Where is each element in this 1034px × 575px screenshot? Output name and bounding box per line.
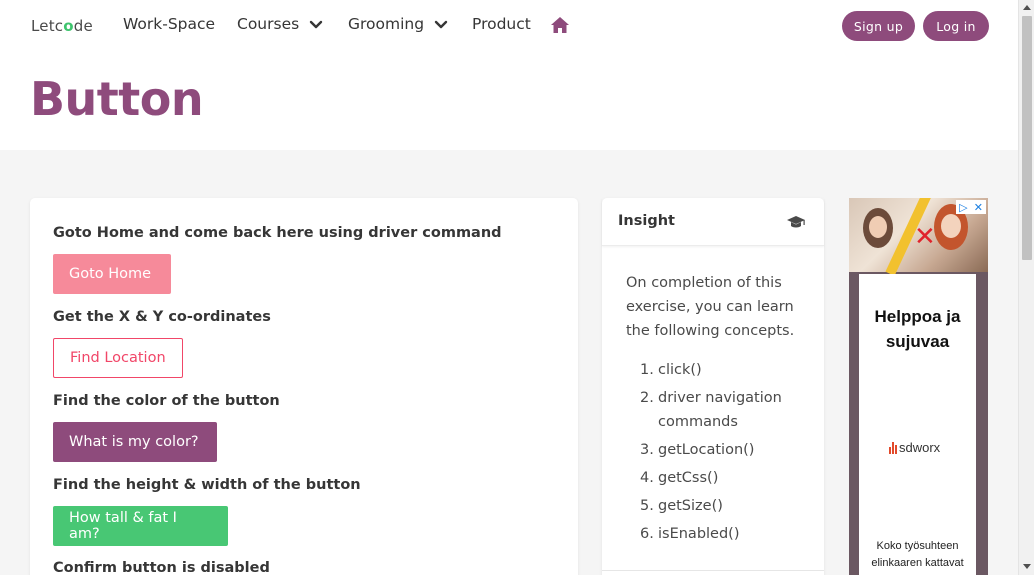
exercise-question: Find the height & width of the button xyxy=(53,477,361,493)
insight-header: Insight xyxy=(602,198,824,246)
list-item: 2. driver navigation commands xyxy=(640,390,782,430)
close-icon[interactable]: ✕ xyxy=(974,201,983,214)
page-hero: Button xyxy=(0,52,1018,150)
exercise-card: Goto Home and come back here using drive… xyxy=(30,198,578,575)
insight-intro: On completion of this exercise, you can … xyxy=(626,275,795,339)
nav-grooming[interactable]: Grooming xyxy=(348,15,448,33)
exercise-question: Find the color of the button xyxy=(53,393,280,409)
exercise-question: Confirm button is disabled xyxy=(53,560,270,575)
how-tall-button[interactable]: How tall & fat I am? xyxy=(53,506,228,546)
list-item: 3. getLocation() xyxy=(640,442,755,458)
login-button[interactable]: Log in xyxy=(923,11,989,41)
list-item: 1. click() xyxy=(640,362,702,378)
nav-courses[interactable]: Courses xyxy=(237,15,323,33)
brand-mark-icon xyxy=(889,441,897,454)
exercise-question: Get the X & Y co-ordinates xyxy=(53,309,271,325)
insight-footer-divider xyxy=(602,570,824,571)
insight-card: Insight On completion of this exercise, … xyxy=(602,198,824,575)
find-location-button[interactable]: Find Location xyxy=(53,338,183,378)
ad-choices-icon[interactable]: ▷ xyxy=(959,201,967,214)
letcode-logo[interactable]: Letcode xyxy=(31,17,93,35)
page-scrollbar[interactable] xyxy=(1018,0,1034,575)
goto-home-button[interactable]: Goto Home xyxy=(53,254,171,294)
ad-choices-close[interactable]: ▷ ✕ xyxy=(956,200,986,214)
nav-product[interactable]: Product xyxy=(472,15,531,33)
concept-list: 1. click() 2. driver navigation commands 3… xyxy=(640,358,810,550)
list-item: 6. isEnabled() xyxy=(640,526,740,542)
scroll-down-arrow-icon[interactable] xyxy=(1023,564,1031,569)
page-title: Button xyxy=(30,72,204,126)
list-item: 5. getSize() xyxy=(640,498,723,514)
ad-headline: Helppoa ja sujuvaa xyxy=(874,307,961,351)
nav-work-space[interactable]: Work-Space xyxy=(123,15,215,33)
what-is-my-color-button[interactable]: What is my color? xyxy=(53,422,217,462)
top-navbar: Letcode Work-Space Courses Grooming Prod… xyxy=(0,0,1018,52)
insight-title: Insight xyxy=(618,213,675,229)
scroll-up-arrow-icon[interactable] xyxy=(1023,5,1031,10)
ad-brand-logo: sdworx xyxy=(889,440,940,455)
ad-panel: Helppoa ja sujuvaa sdworx Koko työsuhtee… xyxy=(859,274,976,575)
chevron-down-icon xyxy=(310,20,323,29)
signup-button[interactable]: Sign up xyxy=(842,11,915,41)
ad-footer-text: Koko työsuhteen elinkaaren kattavat xyxy=(871,540,964,569)
scroll-thumb[interactable] xyxy=(1022,16,1032,260)
chevron-down-icon xyxy=(434,20,448,29)
exercise-question: Goto Home and come back here using drive… xyxy=(53,225,502,241)
list-item: 4. getCss() xyxy=(640,470,719,486)
advertisement-banner[interactable]: ✕ ▷ ✕ Helppoa ja sujuvaa sdworx Koko työ… xyxy=(849,198,988,575)
graduation-cap-icon xyxy=(787,216,805,228)
home-icon[interactable] xyxy=(550,16,570,34)
